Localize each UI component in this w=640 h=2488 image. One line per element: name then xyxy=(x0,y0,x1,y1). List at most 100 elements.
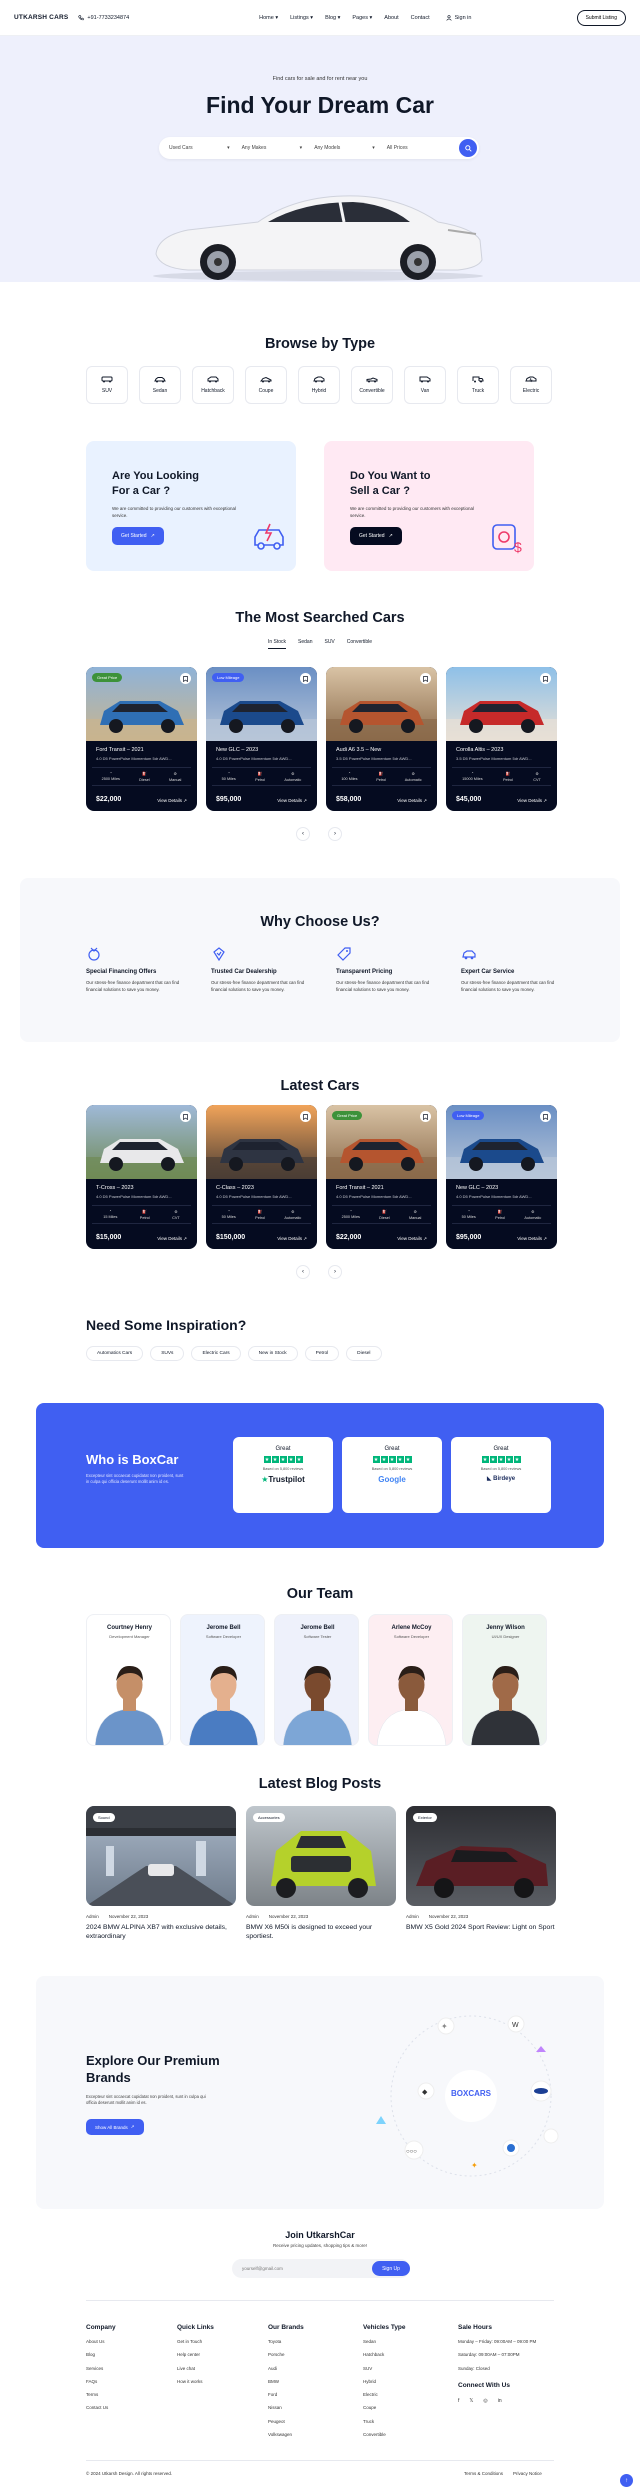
nav-blog[interactable]: Blog ▾ xyxy=(325,15,340,21)
condition-select[interactable]: Used Cars ▾ xyxy=(169,145,242,151)
terms-link[interactable]: Terms & Conditions xyxy=(464,2471,503,2476)
bookmark-icon[interactable] xyxy=(180,673,191,684)
type-coupe[interactable]: Coupe xyxy=(245,366,287,404)
model-select[interactable]: Any Models ▾ xyxy=(314,145,387,151)
footer-link[interactable]: Peugeot xyxy=(268,2415,304,2428)
view-details-link[interactable]: View Details ↗ xyxy=(157,798,187,804)
chip-petrol[interactable]: Petrol xyxy=(304,1346,340,1361)
chip-diesel[interactable]: Diesel xyxy=(346,1346,382,1361)
bookmark-icon[interactable] xyxy=(540,673,551,684)
footer-link[interactable]: Get in Touch xyxy=(177,2335,214,2348)
sign-up-button[interactable]: Sign Up xyxy=(372,2261,410,2276)
footer-link[interactable]: Nissan xyxy=(268,2401,304,2414)
bookmark-icon[interactable] xyxy=(540,1111,551,1122)
scroll-top-button[interactable]: ↑ xyxy=(620,2474,633,2487)
footer-link[interactable]: Terms xyxy=(86,2388,116,2401)
buy-get-started-button[interactable]: Get Started ↗ xyxy=(112,527,164,545)
nav-home[interactable]: Home ▾ xyxy=(259,15,278,21)
team-member-card[interactable]: Jerome Bell Software Developer xyxy=(180,1614,265,1746)
tab-convertible[interactable]: Convertible xyxy=(347,639,372,649)
nav-listings[interactable]: Listings ▾ xyxy=(290,15,313,21)
sell-get-started-button[interactable]: Get Started ↗ xyxy=(350,527,402,545)
car-card[interactable]: Audi A6 3.5 – New 3.5 D5 PowerPulse Mome… xyxy=(326,667,437,811)
view-details-link[interactable]: View Details ↗ xyxy=(397,1236,427,1242)
footer-link[interactable]: Ford xyxy=(268,2388,304,2401)
chip-new-in-stock[interactable]: New in Stock xyxy=(247,1346,298,1361)
sign-in-link[interactable]: Sign in xyxy=(446,15,471,21)
next-arrow-icon[interactable]: › xyxy=(328,1265,342,1279)
car-card[interactable]: T-Cross – 2023 4.0 D5 PowerPulse Momentu… xyxy=(86,1105,197,1249)
prev-arrow-icon[interactable]: ‹ xyxy=(296,1265,310,1279)
bookmark-icon[interactable] xyxy=(300,673,311,684)
prev-arrow-icon[interactable]: ‹ xyxy=(296,827,310,841)
blog-post-title[interactable]: BMW X6 M50i is designed to exceed your s… xyxy=(246,1923,396,1941)
blog-card[interactable]: Accessories Admin November 22, 2023 BMW X… xyxy=(246,1806,396,1941)
view-details-link[interactable]: View Details ↗ xyxy=(517,1236,547,1242)
tab-sedan[interactable]: Sedan xyxy=(298,639,312,649)
footer-link[interactable]: Convertible xyxy=(363,2428,406,2441)
type-truck[interactable]: Truck xyxy=(457,366,499,404)
view-details-link[interactable]: View Details ↗ xyxy=(277,1236,307,1242)
price-select[interactable]: All Prices xyxy=(387,145,460,151)
footer-link[interactable]: Help center xyxy=(177,2348,214,2361)
footer-link[interactable]: Toyota xyxy=(268,2335,304,2348)
view-details-link[interactable]: View Details ↗ xyxy=(397,798,427,804)
site-logo[interactable]: UTKARSH CARS xyxy=(14,14,68,21)
next-arrow-icon[interactable]: › xyxy=(328,827,342,841)
search-button[interactable] xyxy=(459,139,477,157)
team-member-card[interactable]: Courtney Henry Development Manager xyxy=(86,1614,171,1746)
car-card[interactable]: C-Class – 2023 4.0 D5 PowerPulse Momentu… xyxy=(206,1105,317,1249)
car-card[interactable]: Great Price Ford Transit – 2021 4.0 D5 P… xyxy=(86,667,197,811)
submit-listing-button[interactable]: Submit Listing xyxy=(576,9,626,26)
blog-post-title[interactable]: BMW X5 Gold 2024 Sport Review: Light on … xyxy=(406,1923,556,1932)
bookmark-icon[interactable] xyxy=(420,673,431,684)
footer-link[interactable]: Truck xyxy=(363,2415,406,2428)
type-sedan[interactable]: Sedan xyxy=(139,366,181,404)
tab-in-stock[interactable]: In Stock xyxy=(267,639,287,649)
footer-link[interactable]: Hatchback xyxy=(363,2348,406,2361)
footer-link[interactable]: Porsche xyxy=(268,2348,304,2361)
type-hybrid[interactable]: Hybrid xyxy=(298,366,340,404)
footer-link[interactable]: Hybrid xyxy=(363,2375,406,2388)
nav-pages[interactable]: Pages ▾ xyxy=(352,15,372,21)
nav-about[interactable]: About xyxy=(384,15,398,21)
car-card[interactable]: Corolla Altis – 2023 3.5 D5 PowerPulse M… xyxy=(446,667,557,811)
bookmark-icon[interactable] xyxy=(180,1111,191,1122)
footer-link[interactable]: Services xyxy=(86,2362,116,2375)
privacy-link[interactable]: Privacy Notice xyxy=(513,2471,542,2476)
view-details-link[interactable]: View Details ↗ xyxy=(517,798,547,804)
footer-link[interactable]: Coupe xyxy=(363,2401,406,2414)
tab-suv[interactable]: SUV xyxy=(324,639,334,649)
footer-link[interactable]: BMW xyxy=(268,2375,304,2388)
footer-link[interactable]: Electric xyxy=(363,2388,406,2401)
chip-suvs[interactable]: SUVs xyxy=(150,1346,185,1361)
footer-link[interactable]: Sedan xyxy=(363,2335,406,2348)
team-member-card[interactable]: Arlene McCoy Software Developer xyxy=(368,1614,453,1746)
footer-link[interactable]: Contact Us xyxy=(86,2401,116,2414)
chip-electric[interactable]: Electric Cars xyxy=(191,1346,241,1361)
view-details-link[interactable]: View Details ↗ xyxy=(157,1236,187,1242)
team-member-card[interactable]: Jerome Bell Software Tester xyxy=(274,1614,359,1746)
type-hatchback[interactable]: Hatchback xyxy=(192,366,234,404)
nav-contact[interactable]: Contact xyxy=(411,15,430,21)
type-suv[interactable]: SUV xyxy=(86,366,128,404)
footer-link[interactable]: FAQs xyxy=(86,2375,116,2388)
car-card[interactable]: Great Price Ford Transit – 2021 4.0 D5 P… xyxy=(326,1105,437,1249)
footer-link[interactable]: Audi xyxy=(268,2362,304,2375)
type-electric[interactable]: Electric xyxy=(510,366,552,404)
bookmark-icon[interactable] xyxy=(300,1111,311,1122)
twitter-icon[interactable]: 𝕏 xyxy=(469,2395,473,2408)
footer-link[interactable]: About Us xyxy=(86,2335,116,2348)
footer-link[interactable]: Live chat xyxy=(177,2362,214,2375)
blog-card[interactable]: Sound Admin November 22, 2023 2024 BMW AL… xyxy=(86,1806,236,1941)
type-van[interactable]: Van xyxy=(404,366,446,404)
facebook-icon[interactable]: f xyxy=(458,2395,459,2408)
footer-link[interactable]: How it works xyxy=(177,2375,214,2388)
car-card[interactable]: Low Mileage New GLC – 2023 4.0 D5 PowerP… xyxy=(206,667,317,811)
footer-link[interactable]: Volkswagen xyxy=(268,2428,304,2441)
bookmark-icon[interactable] xyxy=(420,1111,431,1122)
footer-link[interactable]: SUV xyxy=(363,2362,406,2375)
blog-card[interactable]: Exterior Admin November 22, 2023 BMW X5 G… xyxy=(406,1806,556,1941)
linkedin-icon[interactable]: in xyxy=(498,2395,502,2408)
view-details-link[interactable]: View Details ↗ xyxy=(277,798,307,804)
